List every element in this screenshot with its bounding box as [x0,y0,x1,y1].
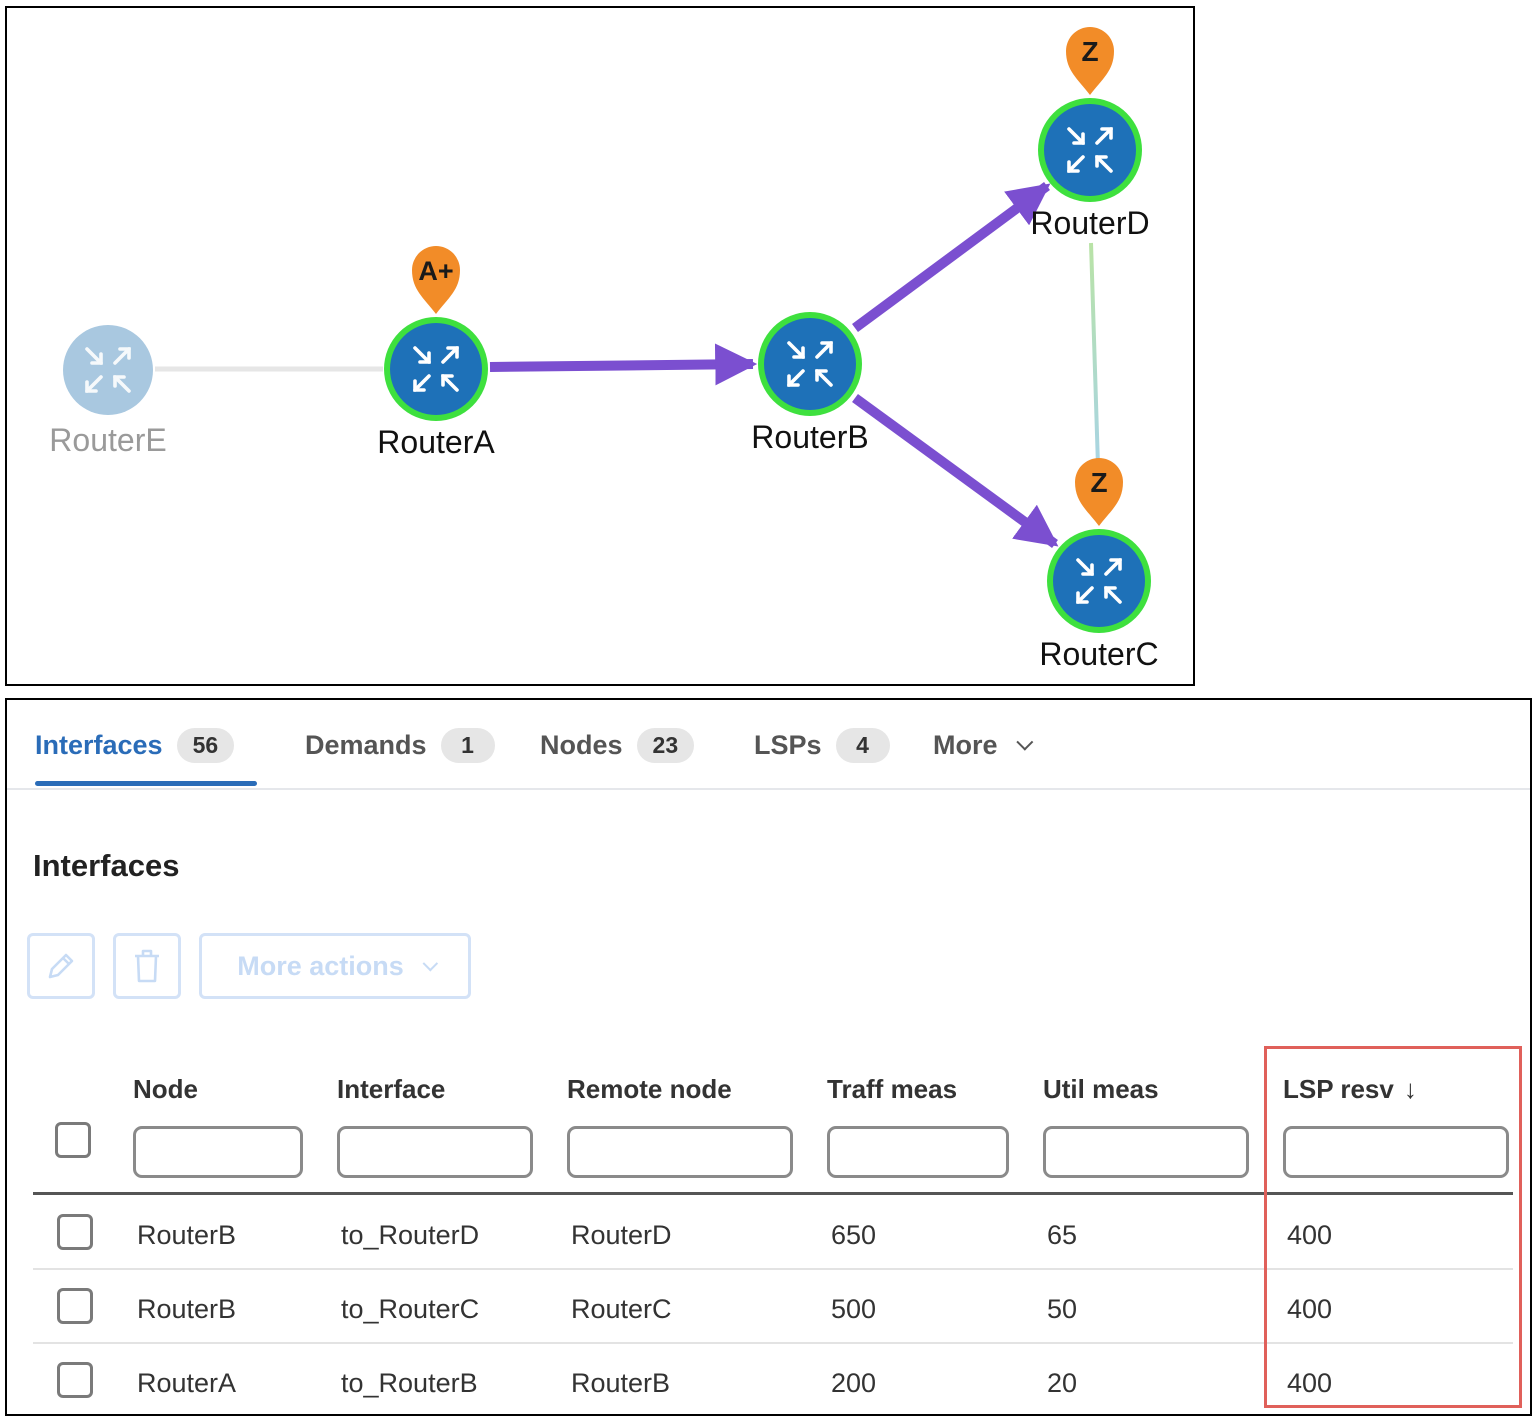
tab-label: Interfaces [35,729,163,760]
tab-lsps[interactable]: LSPs 4 [754,724,890,766]
node-routere[interactable]: RouterE [49,325,167,458]
column-header-util-meas[interactable]: Util meas [1043,1074,1159,1105]
cell-traff-meas: 650 [831,1220,877,1250]
column-header-traff-meas[interactable]: Traff meas [827,1074,957,1105]
row-checkbox[interactable] [57,1288,93,1324]
tab-interfaces[interactable]: Interfaces 56 [35,724,235,766]
svg-text:A+: A+ [418,256,453,286]
tab-label: LSPs [754,729,822,760]
filter-input-interface[interactable] [337,1126,533,1178]
more-actions-dropdown[interactable]: More actions [199,933,471,999]
node-routerb[interactable]: RouterB [751,312,869,455]
cell-traff-meas: 200 [831,1368,877,1398]
cell-node: RouterB [137,1294,237,1324]
chevron-down-icon [1015,733,1033,751]
node-routera[interactable]: RouterA A+ [377,246,495,460]
cell-interface: to_RouterC [341,1294,480,1324]
node-label-routerc: RouterC [1039,636,1158,672]
marker-pin-z: Z [1066,27,1114,95]
filter-input-traff-meas[interactable] [827,1126,1009,1178]
active-tab-indicator [35,781,257,786]
cell-remote-node: RouterC [571,1294,672,1324]
cell-util-meas: 20 [1047,1368,1078,1398]
more-actions-label: More actions [237,950,404,981]
cell-node: RouterB [137,1220,237,1250]
interfaces-panel: Interfaces 56 Demands 1 Nodes 23 LSPs 4 … [5,698,1532,1416]
link-routera-routerb[interactable] [489,343,758,386]
count-badge: 23 [636,727,695,763]
pencil-icon [48,953,74,979]
node-routerc[interactable]: RouterC Z [1039,458,1159,672]
tab-nodes[interactable]: Nodes 23 [540,724,695,766]
tab-label: Demands [305,729,427,760]
tab-label: More [933,729,998,760]
row-checkbox[interactable] [57,1362,93,1398]
tab-more[interactable]: More [933,724,1033,766]
filter-input-node[interactable] [133,1126,303,1178]
tab-bar: Interfaces 56 Demands 1 Nodes 23 LSPs 4 … [7,700,1530,790]
tab-label: Nodes [540,729,623,760]
cell-remote-node: RouterD [571,1220,672,1250]
row-checkbox[interactable] [57,1214,93,1250]
column-header-remote-node[interactable]: Remote node [567,1074,732,1105]
cell-node: RouterA [137,1368,237,1398]
tab-demands[interactable]: Demands 1 [305,724,495,766]
cell-util-meas: 65 [1047,1220,1078,1250]
marker-pin-a-plus: A+ [412,246,460,314]
edit-button[interactable] [27,933,95,999]
link-routerb-routerd[interactable] [852,181,1051,333]
node-label-routerb: RouterB [751,419,868,455]
svg-text:Z: Z [1081,36,1098,67]
section-title: Interfaces [33,848,180,883]
column-header-node[interactable]: Node [133,1074,198,1105]
cell-util-meas: 50 [1047,1294,1078,1324]
column-header-interface[interactable]: Interface [337,1074,445,1105]
node-routerd[interactable]: RouterD Z [1030,27,1150,241]
count-badge: 4 [835,727,890,763]
delete-button[interactable] [113,933,181,999]
chevron-down-icon [422,955,438,971]
select-all-checkbox[interactable] [55,1122,91,1158]
cell-traff-meas: 500 [831,1294,877,1324]
filter-input-remote-node[interactable] [567,1126,793,1178]
count-badge: 1 [440,727,495,763]
node-label-routera: RouterA [377,424,495,460]
link-routerd-routerc[interactable] [1089,242,1100,467]
link-routerb-routerc[interactable] [852,393,1059,549]
trash-icon [135,949,159,983]
node-label-routere: RouterE [49,422,166,458]
svg-text:Z: Z [1090,467,1107,498]
cell-interface: to_RouterD [341,1220,480,1250]
topology-canvas[interactable]: RouterE RouterA A+ RouterB RouterD Z Rou… [7,8,1193,684]
topology-map[interactable]: RouterE RouterA A+ RouterB RouterD Z Rou… [5,6,1195,686]
filter-input-util-meas[interactable] [1043,1126,1249,1178]
cell-remote-node: RouterB [571,1368,671,1398]
count-badge: 56 [176,727,235,763]
node-label-routerd: RouterD [1030,205,1149,241]
lsp-resv-column-highlight [1264,1046,1522,1408]
cell-interface: to_RouterB [341,1368,478,1398]
marker-pin-z: Z [1075,458,1123,526]
